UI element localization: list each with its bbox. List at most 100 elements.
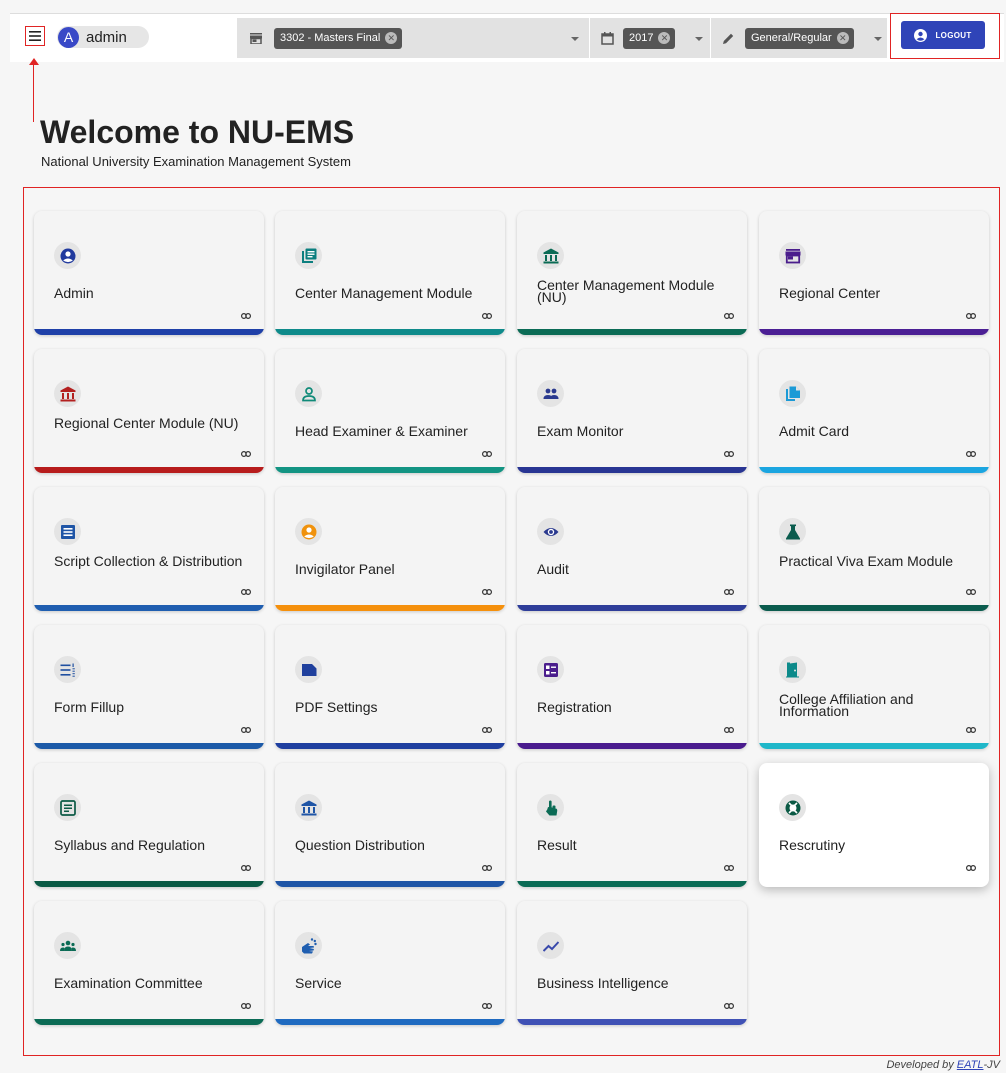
- module-card[interactable]: Regional Center Module (NU): [34, 349, 264, 473]
- module-card[interactable]: Question Distribution: [275, 763, 505, 887]
- clear-program-icon[interactable]: ✕: [385, 32, 398, 44]
- module-card[interactable]: Admin: [34, 211, 264, 335]
- module-card-label: Registration: [537, 699, 612, 715]
- module-card[interactable]: Script Collection & Distribution: [34, 487, 264, 611]
- module-card[interactable]: Center Management Module: [275, 211, 505, 335]
- link-icon[interactable]: [966, 311, 977, 321]
- module-card-label: Regional Center Module (NU): [54, 415, 239, 431]
- module-card-accent-bar: [34, 329, 264, 335]
- menu-button[interactable]: [25, 26, 45, 46]
- module-card[interactable]: Business Intelligence: [517, 901, 747, 1025]
- module-card-label: PDF Settings: [295, 699, 378, 715]
- link-icon[interactable]: [966, 449, 977, 459]
- link-icon[interactable]: [724, 1001, 735, 1011]
- link-icon[interactable]: [482, 1001, 493, 1011]
- program-chip-label: 3302 - Masters Final: [280, 32, 381, 44]
- library-books-icon: [295, 242, 322, 269]
- module-card[interactable]: Exam Monitor: [517, 349, 747, 473]
- link-icon[interactable]: [241, 449, 252, 459]
- module-card[interactable]: Service: [275, 901, 505, 1025]
- link-icon[interactable]: [724, 863, 735, 873]
- module-card[interactable]: PDF Settings: [275, 625, 505, 749]
- link-icon[interactable]: [724, 449, 735, 459]
- user-name: admin: [86, 28, 127, 46]
- link-icon[interactable]: [966, 587, 977, 597]
- logout-highlight: LOGOUT: [890, 13, 1000, 59]
- link-icon[interactable]: [482, 587, 493, 597]
- module-card-label: Admin: [54, 285, 94, 301]
- link-icon[interactable]: [241, 311, 252, 321]
- chevron-down-icon[interactable]: [571, 37, 579, 41]
- link-icon[interactable]: [482, 863, 493, 873]
- link-icon[interactable]: [966, 725, 977, 735]
- module-card[interactable]: Invigilator Panel: [275, 487, 505, 611]
- link-icon[interactable]: [966, 863, 977, 873]
- pencil-icon: [723, 33, 734, 44]
- module-card-accent-bar: [517, 605, 747, 611]
- link-icon[interactable]: [482, 449, 493, 459]
- hand-service-icon: [295, 932, 322, 959]
- year-select[interactable]: 2017 ✕: [590, 18, 710, 58]
- list-alt-icon: [54, 518, 81, 545]
- store-icon: [779, 242, 806, 269]
- module-card[interactable]: Syllabus and Regulation: [34, 763, 264, 887]
- module-card-label: Script Collection & Distribution: [54, 553, 243, 569]
- page-title: Welcome to NU-EMS: [40, 114, 355, 150]
- support-icon: [779, 794, 806, 821]
- clear-exam-type-icon[interactable]: ✕: [836, 32, 849, 44]
- link-icon[interactable]: [724, 587, 735, 597]
- module-card[interactable]: Center Management Module (NU): [517, 211, 747, 335]
- person-outline-icon: [295, 380, 322, 407]
- link-icon[interactable]: [241, 725, 252, 735]
- module-card-label: Center Management Module: [295, 285, 473, 301]
- module-card[interactable]: College Affiliation and Information: [759, 625, 989, 749]
- module-card[interactable]: Examination Committee: [34, 901, 264, 1025]
- module-card-accent-bar: [759, 329, 989, 335]
- module-card-accent-bar: [34, 743, 264, 749]
- module-card[interactable]: Practical Viva Exam Module: [759, 487, 989, 611]
- touch-app-icon: [537, 794, 564, 821]
- link-icon[interactable]: [724, 311, 735, 321]
- module-card-accent-bar: [34, 1019, 264, 1025]
- exam-type-chip: General/Regular ✕: [745, 27, 854, 49]
- logout-button[interactable]: LOGOUT: [901, 21, 985, 49]
- user-chip[interactable]: A admin: [57, 26, 149, 48]
- module-card-label: Regional Center: [779, 285, 881, 301]
- chevron-down-icon[interactable]: [695, 37, 703, 41]
- module-card-accent-bar: [759, 605, 989, 611]
- account-circle-icon: [54, 242, 81, 269]
- link-icon[interactable]: [482, 725, 493, 735]
- link-icon[interactable]: [482, 311, 493, 321]
- module-card[interactable]: Head Examiner & Examiner: [275, 349, 505, 473]
- footer-link[interactable]: EATL: [957, 1059, 984, 1071]
- module-card[interactable]: Form Fillup: [34, 625, 264, 749]
- clear-year-icon[interactable]: ✕: [658, 32, 671, 44]
- program-select[interactable]: 3302 - Masters Final ✕: [237, 18, 589, 58]
- module-card-accent-bar: [517, 743, 747, 749]
- module-card[interactable]: Audit: [517, 487, 747, 611]
- filter-bar: 3302 - Masters Final ✕ 2017 ✕ General/Re…: [237, 18, 887, 58]
- module-card-accent-bar: [759, 743, 989, 749]
- institution-icon: [295, 794, 322, 821]
- module-card-accent-bar: [759, 467, 989, 473]
- annotation-arrow-head: [29, 58, 39, 65]
- link-icon[interactable]: [241, 587, 252, 597]
- calendar-icon: [601, 31, 614, 45]
- module-card[interactable]: Regional Center: [759, 211, 989, 335]
- module-card[interactable]: Admit Card: [759, 349, 989, 473]
- logout-label: LOGOUT: [935, 30, 972, 40]
- top-bar: A admin 3302 - Masters Final ✕ 2017 ✕ Ge…: [10, 13, 1004, 62]
- module-card-label: Head Examiner & Examiner: [295, 423, 468, 439]
- module-card-label: Form Fillup: [54, 699, 125, 715]
- exam-type-select[interactable]: General/Regular ✕: [711, 18, 887, 58]
- bookmark-label-icon: [295, 656, 322, 683]
- module-card[interactable]: Result: [517, 763, 747, 887]
- footer-suffix: -JV: [983, 1059, 1001, 1071]
- chevron-down-icon[interactable]: [874, 37, 882, 41]
- link-icon[interactable]: [241, 863, 252, 873]
- link-icon[interactable]: [241, 1001, 252, 1011]
- module-card[interactable]: Rescrutiny: [759, 763, 989, 887]
- module-card[interactable]: Registration: [517, 625, 747, 749]
- link-icon[interactable]: [724, 725, 735, 735]
- hamburger-menu-icon: [29, 31, 41, 41]
